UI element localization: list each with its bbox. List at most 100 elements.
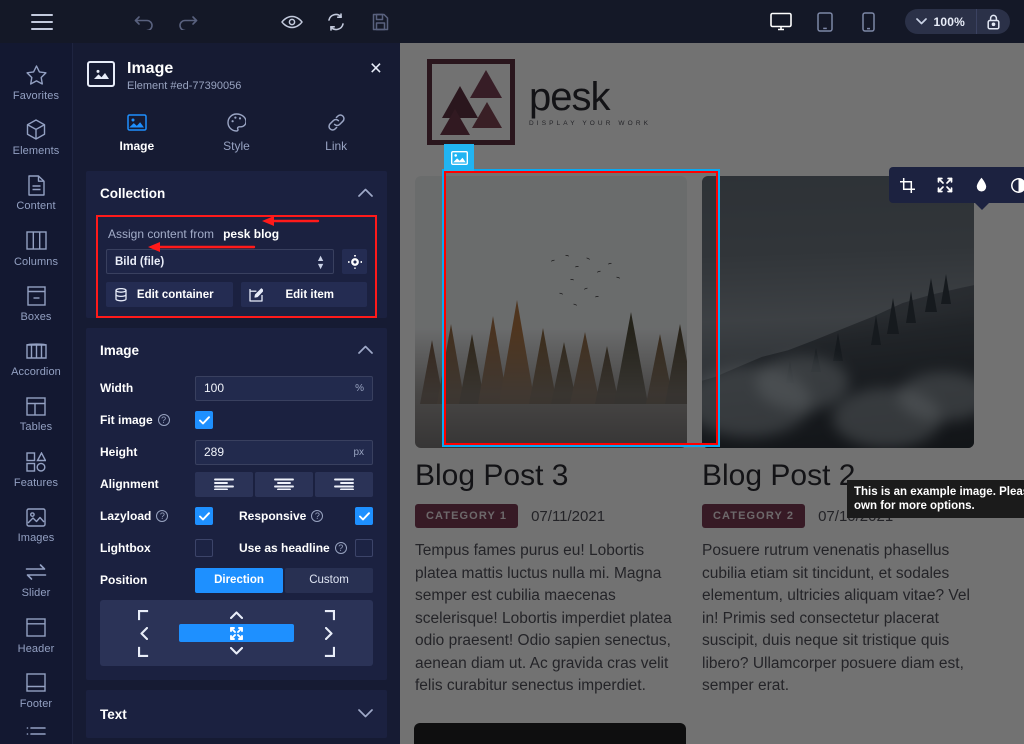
- footer-icon: [26, 672, 46, 694]
- close-icon[interactable]: ×: [366, 58, 386, 79]
- hamburger-menu-icon[interactable]: [20, 0, 64, 43]
- element-id-label: Element #ed-77390056: [127, 80, 242, 92]
- document-icon: [27, 174, 45, 196]
- sidebar-item-slider[interactable]: Slider: [0, 553, 72, 608]
- blog-card-date: 07/11/2021: [531, 507, 606, 525]
- collection-field-select[interactable]: Bild (file) ▲ ▼: [106, 249, 334, 274]
- fit-image-checkbox[interactable]: [195, 411, 213, 429]
- brand-name: pesk: [529, 75, 611, 119]
- collection-highlight-box: Assign content from pesk blog Bild (file…: [96, 215, 377, 318]
- position-center[interactable]: [179, 624, 294, 642]
- status-badge[interactable]: CATEGORY 1: [415, 504, 519, 528]
- help-icon[interactable]: ?: [334, 542, 347, 554]
- refresh-icon[interactable]: [314, 0, 358, 43]
- sidebar-item-images[interactable]: Images: [0, 497, 72, 552]
- edit-item-label: Edit item: [285, 288, 335, 301]
- text-section-header[interactable]: Text: [86, 690, 387, 738]
- panel-title-group: Image Element #ed-77390056: [127, 59, 241, 92]
- image-section: Image Width 100 % Fit image ? Height 289…: [86, 328, 387, 680]
- sidebar-item-tables[interactable]: Tables: [0, 387, 72, 442]
- crop-icon[interactable]: [894, 177, 922, 193]
- blog-card-image[interactable]: [702, 176, 974, 448]
- undo-icon[interactable]: [122, 0, 166, 43]
- sidebar-item-favorites[interactable]: Favorites: [0, 55, 72, 110]
- blog-card-body: Tempus fames purus eu! Lobortis platea m…: [415, 542, 672, 694]
- status-badge[interactable]: CATEGORY 2: [702, 504, 806, 528]
- position-direction-button[interactable]: Direction: [195, 567, 283, 593]
- tablet-icon[interactable]: [803, 0, 847, 43]
- sidebar-item-columns[interactable]: Columns: [0, 221, 72, 276]
- tab-link[interactable]: Link: [286, 106, 386, 163]
- sidebar-item-elements[interactable]: Elements: [0, 110, 72, 165]
- sidebar-item-label: Features: [13, 476, 59, 489]
- resize-icon[interactable]: [931, 177, 959, 193]
- sidebar-item-label: Slider: [21, 587, 51, 600]
- align-left-icon[interactable]: [195, 471, 253, 497]
- preview-eye-icon[interactable]: [270, 0, 314, 43]
- chevron-down-icon[interactable]: [905, 18, 932, 25]
- position-segmented-control: Direction Custom: [195, 567, 373, 593]
- sidebar-item-features[interactable]: Features: [0, 442, 72, 497]
- edit-item-button[interactable]: Edit item: [240, 282, 367, 307]
- tab-label: Style: [223, 139, 250, 153]
- help-icon[interactable]: ?: [156, 510, 169, 522]
- chevron-up-icon[interactable]: [358, 341, 373, 359]
- use-as-headline-checkbox[interactable]: [355, 539, 373, 557]
- position-custom-button[interactable]: Custom: [285, 567, 373, 593]
- width-input[interactable]: 100 %: [195, 375, 373, 401]
- position-left[interactable]: [108, 624, 179, 642]
- contrast-icon[interactable]: [1005, 177, 1024, 193]
- mobile-icon[interactable]: [847, 0, 891, 43]
- position-bottom[interactable]: [179, 642, 293, 660]
- tab-style[interactable]: Style: [187, 106, 287, 163]
- sidebar-item-label: Columns: [13, 255, 59, 268]
- image-icon: [87, 61, 115, 87]
- help-icon[interactable]: ?: [157, 414, 170, 426]
- zoom-control[interactable]: 100%: [904, 9, 1010, 34]
- image-section-header[interactable]: Image: [86, 328, 387, 372]
- position-right[interactable]: [294, 624, 365, 642]
- selected-element-badge[interactable]: [444, 144, 474, 171]
- blog-card[interactable]: Blog Post 2 CATEGORY 2 07/10/2021 Posuer…: [702, 176, 974, 698]
- sidebar-item-accordion[interactable]: Accordion: [0, 331, 72, 386]
- droplet-opacity-icon[interactable]: [968, 177, 996, 193]
- sidebar-item-content[interactable]: Content: [0, 166, 72, 221]
- chevron-up-icon[interactable]: [358, 184, 373, 202]
- position-top-right[interactable]: [294, 606, 365, 624]
- height-input[interactable]: 289 px: [195, 439, 373, 465]
- image-selection-outline[interactable]: [442, 169, 720, 447]
- redo-icon[interactable]: [166, 0, 210, 43]
- position-bottom-right[interactable]: [294, 642, 365, 660]
- height-label: Height: [100, 445, 138, 459]
- edit-container-button[interactable]: Edit container: [106, 282, 233, 307]
- tab-image[interactable]: Image: [87, 106, 187, 163]
- lazyload-checkbox[interactable]: [195, 507, 213, 525]
- sidebar-item-label: Accordion: [11, 366, 61, 379]
- website-canvas[interactable]: pesk DISPLAY YOUR WORK Blog Post 3 CATEG…: [400, 43, 1024, 744]
- image-tooltip: This is an example image. Please choose …: [847, 480, 1024, 518]
- blog-card-title[interactable]: Blog Post 3: [415, 457, 687, 495]
- save-icon[interactable]: [358, 0, 402, 43]
- lock-icon[interactable]: [977, 14, 1010, 30]
- align-center-icon[interactable]: [255, 471, 313, 497]
- blog-card-image-next[interactable]: [414, 723, 686, 744]
- collection-section-header[interactable]: Collection: [86, 171, 387, 215]
- link-icon: [327, 112, 346, 132]
- assign-content-value[interactable]: pesk blog: [223, 227, 279, 241]
- help-icon[interactable]: ?: [311, 510, 324, 522]
- gear-icon[interactable]: [342, 249, 367, 274]
- sidebar-item-header[interactable]: Header: [0, 608, 72, 663]
- position-top[interactable]: [179, 606, 293, 624]
- assign-content-label: Assign content from: [108, 227, 215, 241]
- align-right-icon[interactable]: [315, 471, 373, 497]
- star-icon: [25, 64, 47, 86]
- lightbox-checkbox[interactable]: [195, 539, 213, 557]
- sidebar-item-list[interactable]: [0, 719, 72, 744]
- responsive-checkbox[interactable]: [355, 507, 373, 525]
- chevron-down-icon[interactable]: [358, 705, 373, 723]
- desktop-icon[interactable]: [759, 0, 803, 43]
- position-bottom-left[interactable]: [108, 642, 179, 660]
- sidebar-item-boxes[interactable]: Boxes: [0, 276, 72, 331]
- sidebar-item-footer[interactable]: Footer: [0, 663, 72, 718]
- position-top-left[interactable]: [108, 606, 179, 624]
